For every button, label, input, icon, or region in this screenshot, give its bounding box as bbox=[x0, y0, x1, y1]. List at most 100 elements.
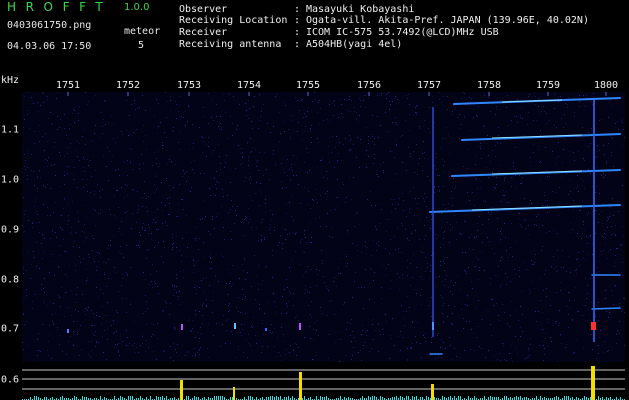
noise-speck bbox=[101, 257, 102, 258]
noise-speck bbox=[75, 302, 76, 303]
noise-speck bbox=[540, 300, 541, 301]
noise-speck bbox=[82, 136, 83, 137]
noise-speck bbox=[206, 299, 207, 300]
noise-speck bbox=[255, 149, 256, 150]
noise-speck bbox=[387, 131, 388, 132]
noise-speck bbox=[337, 160, 338, 161]
noise-speck bbox=[427, 267, 428, 268]
noise-speck bbox=[291, 260, 292, 261]
noise-speck bbox=[279, 112, 280, 113]
noise-speck bbox=[186, 256, 187, 257]
noise-speck bbox=[579, 101, 580, 102]
noise-speck bbox=[590, 213, 591, 214]
noise-speck bbox=[544, 274, 545, 275]
noise-speck bbox=[208, 231, 209, 232]
noise-speck bbox=[391, 212, 392, 213]
noise-speck bbox=[378, 241, 379, 242]
time-tick-label: 1757 bbox=[416, 80, 442, 91]
noise-speck bbox=[468, 267, 469, 268]
location-row: Receiving Location: Ogata-vill. Akita-Pre… bbox=[179, 15, 589, 26]
noise-speck bbox=[171, 161, 172, 162]
noise-speck bbox=[223, 196, 224, 197]
noise-speck bbox=[40, 105, 41, 106]
noise-speck bbox=[506, 202, 507, 203]
noise-speck bbox=[331, 152, 332, 153]
noise-speck bbox=[285, 229, 286, 230]
noise-speck bbox=[42, 136, 43, 137]
activity-bar bbox=[374, 396, 375, 400]
noise-speck bbox=[448, 305, 449, 306]
noise-speck bbox=[228, 294, 229, 295]
noise-speck bbox=[120, 334, 121, 335]
activity-bar bbox=[216, 396, 217, 400]
noise-speck bbox=[373, 163, 374, 164]
noise-speck bbox=[357, 212, 358, 213]
noise-speck bbox=[529, 94, 530, 95]
noise-speck bbox=[281, 327, 282, 328]
noise-speck bbox=[192, 355, 193, 356]
noise-speck bbox=[103, 352, 104, 353]
noise-speck bbox=[217, 121, 218, 122]
noise-speck bbox=[190, 330, 191, 331]
noise-speck bbox=[614, 266, 615, 267]
noise-speck bbox=[394, 199, 395, 200]
noise-speck bbox=[376, 229, 377, 230]
noise-speck bbox=[156, 163, 157, 164]
noise-speck bbox=[244, 181, 245, 182]
noise-speck bbox=[619, 333, 620, 334]
noise-speck bbox=[447, 257, 448, 258]
noise-speck bbox=[426, 206, 427, 207]
activity-bar bbox=[304, 396, 305, 400]
noise-speck bbox=[517, 99, 518, 100]
noise-speck bbox=[250, 345, 251, 346]
activity-bar bbox=[372, 396, 373, 400]
noise-speck bbox=[251, 326, 252, 327]
noise-speck bbox=[329, 236, 330, 237]
noise-speck bbox=[250, 219, 251, 220]
noise-speck bbox=[558, 142, 559, 143]
noise-speck bbox=[538, 214, 539, 215]
noise-speck bbox=[590, 236, 591, 237]
noise-speck bbox=[154, 335, 155, 336]
noise-speck bbox=[413, 254, 414, 255]
noise-speck bbox=[280, 235, 281, 236]
noise-speck bbox=[77, 334, 78, 335]
noise-speck bbox=[77, 287, 78, 288]
noise-speck bbox=[544, 195, 545, 196]
noise-speck bbox=[166, 117, 167, 118]
noise-speck bbox=[91, 140, 92, 141]
noise-speck bbox=[179, 184, 180, 185]
activity-bar bbox=[362, 396, 363, 400]
noise-speck bbox=[206, 305, 207, 306]
noise-speck bbox=[414, 172, 415, 173]
noise-speck bbox=[208, 123, 209, 124]
noise-speck bbox=[55, 232, 56, 233]
noise-speck bbox=[441, 213, 442, 214]
noise-speck bbox=[351, 319, 352, 320]
noise-speck bbox=[502, 304, 503, 305]
noise-speck bbox=[293, 350, 294, 351]
noise-speck bbox=[79, 355, 80, 356]
noise-speck bbox=[423, 198, 424, 199]
noise-speck bbox=[504, 359, 505, 360]
noise-speck bbox=[139, 168, 140, 169]
noise-speck bbox=[581, 238, 582, 239]
noise-speck bbox=[520, 327, 521, 328]
noise-speck bbox=[245, 313, 246, 314]
noise-speck bbox=[54, 275, 55, 276]
noise-speck bbox=[530, 338, 531, 339]
noise-speck bbox=[165, 205, 166, 206]
noise-speck bbox=[605, 175, 606, 176]
noise-speck bbox=[385, 314, 386, 315]
noise-speck bbox=[538, 106, 539, 107]
noise-speck bbox=[345, 202, 346, 203]
noise-speck bbox=[490, 278, 491, 279]
noise-speck bbox=[84, 298, 85, 299]
freq-tick-label: 1.1 bbox=[1, 124, 20, 136]
noise-speck bbox=[328, 146, 329, 147]
noise-speck bbox=[588, 212, 589, 213]
noise-speck bbox=[285, 188, 286, 189]
noise-speck bbox=[87, 159, 88, 160]
noise-speck bbox=[252, 230, 253, 231]
noise-speck bbox=[246, 220, 247, 221]
